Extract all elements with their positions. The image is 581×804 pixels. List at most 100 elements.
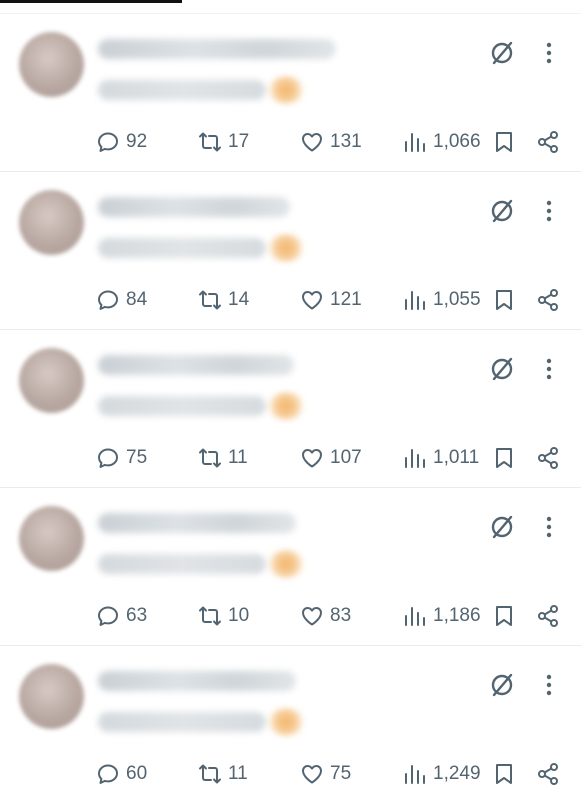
retweet-count: 11	[228, 763, 248, 784]
share-icon	[538, 289, 558, 311]
analytics-icon	[405, 449, 425, 468]
post-text-blurred	[98, 80, 266, 100]
share-icon	[538, 763, 558, 785]
reply-icon	[98, 132, 118, 152]
author-name-blurred[interactable]	[98, 355, 294, 375]
grok-icon[interactable]	[488, 197, 516, 225]
view-count: 1,186	[433, 605, 481, 626]
share-button[interactable]	[536, 443, 560, 473]
retweet-icon	[199, 606, 221, 626]
bookmark-button[interactable]	[492, 285, 516, 315]
share-button[interactable]	[536, 127, 560, 157]
analytics-icon	[405, 133, 425, 152]
bookmark-icon	[496, 290, 512, 310]
reply-button[interactable]: 84	[96, 285, 147, 315]
share-button[interactable]	[536, 601, 560, 631]
views-button[interactable]: 1,186	[403, 601, 481, 631]
reply-icon	[98, 764, 118, 784]
view-count: 1,055	[433, 289, 481, 310]
analytics-icon	[405, 607, 425, 626]
action-bar: 75 11 107 1,011	[0, 443, 581, 473]
heart-icon	[302, 607, 322, 626]
like-count: 75	[330, 763, 352, 784]
bookmark-button[interactable]	[492, 601, 516, 631]
author-name-blurred[interactable]	[98, 39, 336, 59]
bookmark-icon	[496, 132, 512, 152]
author-name-blurred[interactable]	[98, 197, 290, 217]
reply-icon	[98, 448, 118, 468]
avatar[interactable]	[19, 32, 84, 97]
avatar[interactable]	[19, 506, 84, 571]
bookmark-button[interactable]	[492, 127, 516, 157]
post[interactable]: 60 11 75 1,249	[0, 646, 581, 804]
reply-button[interactable]: 75	[96, 443, 147, 473]
reply-count: 75	[126, 447, 148, 468]
views-button[interactable]: 1,066	[403, 127, 481, 157]
like-count: 131	[330, 131, 362, 152]
bookmark-icon	[496, 764, 512, 784]
share-icon	[538, 131, 558, 153]
reply-button[interactable]: 92	[96, 127, 147, 157]
emoji-blurred	[266, 234, 306, 262]
views-button[interactable]: 1,055	[403, 285, 481, 315]
post-text-blurred	[98, 238, 266, 258]
retweet-button[interactable]: 11	[198, 759, 248, 789]
reply-button[interactable]: 60	[96, 759, 147, 789]
author-name-blurred[interactable]	[98, 671, 296, 691]
retweet-button[interactable]: 10	[198, 601, 249, 631]
like-button[interactable]: 121	[300, 285, 362, 315]
post[interactable]: 75 11 107 1,011	[0, 330, 581, 488]
heart-icon	[302, 133, 322, 152]
action-bar: 92 17 131 1,066	[0, 127, 581, 157]
post-feed: 92 17 131 1,066 84 14 121 1,055 75 11 10…	[0, 14, 581, 804]
share-icon	[538, 605, 558, 627]
like-button[interactable]: 131	[300, 127, 362, 157]
post[interactable]: 92 17 131 1,066	[0, 14, 581, 172]
emoji-blurred	[266, 76, 306, 104]
action-bar: 63 10 83 1,186	[0, 601, 581, 631]
author-name-blurred[interactable]	[98, 513, 296, 533]
action-bar: 60 11 75 1,249	[0, 759, 581, 789]
heart-icon	[302, 291, 322, 310]
post[interactable]: 63 10 83 1,186	[0, 488, 581, 646]
like-count: 121	[330, 289, 362, 310]
grok-icon[interactable]	[488, 513, 516, 541]
bookmark-button[interactable]	[492, 443, 516, 473]
view-count: 1,249	[433, 763, 481, 784]
retweet-count: 11	[228, 447, 248, 468]
like-button[interactable]: 75	[300, 759, 351, 789]
views-button[interactable]: 1,011	[403, 443, 479, 473]
grok-icon[interactable]	[488, 355, 516, 383]
more-icon[interactable]	[538, 197, 560, 225]
emoji-blurred	[266, 708, 306, 736]
grok-icon[interactable]	[488, 39, 516, 67]
retweet-button[interactable]: 17	[198, 127, 249, 157]
share-button[interactable]	[536, 285, 560, 315]
emoji-blurred	[266, 550, 306, 578]
avatar[interactable]	[19, 664, 84, 729]
retweet-button[interactable]: 11	[198, 443, 248, 473]
more-icon[interactable]	[538, 513, 560, 541]
grok-icon[interactable]	[488, 671, 516, 699]
like-button[interactable]: 107	[300, 443, 362, 473]
avatar[interactable]	[19, 190, 84, 255]
reply-button[interactable]: 63	[96, 601, 147, 631]
more-icon[interactable]	[538, 355, 560, 383]
more-icon[interactable]	[538, 39, 560, 67]
avatar[interactable]	[19, 348, 84, 413]
retweet-count: 10	[228, 605, 250, 626]
like-button[interactable]: 83	[300, 601, 351, 631]
views-button[interactable]: 1,249	[403, 759, 481, 789]
retweet-button[interactable]: 14	[198, 285, 249, 315]
post-text-blurred	[98, 554, 266, 574]
bookmark-button[interactable]	[492, 759, 516, 789]
more-icon[interactable]	[538, 671, 560, 699]
like-count: 83	[330, 605, 352, 626]
post[interactable]: 84 14 121 1,055	[0, 172, 581, 330]
tab-indicator	[0, 0, 182, 3]
retweet-count: 17	[228, 131, 250, 152]
share-button[interactable]	[536, 759, 560, 789]
like-count: 107	[330, 447, 362, 468]
heart-icon	[302, 765, 322, 784]
post-text-blurred	[98, 396, 266, 416]
